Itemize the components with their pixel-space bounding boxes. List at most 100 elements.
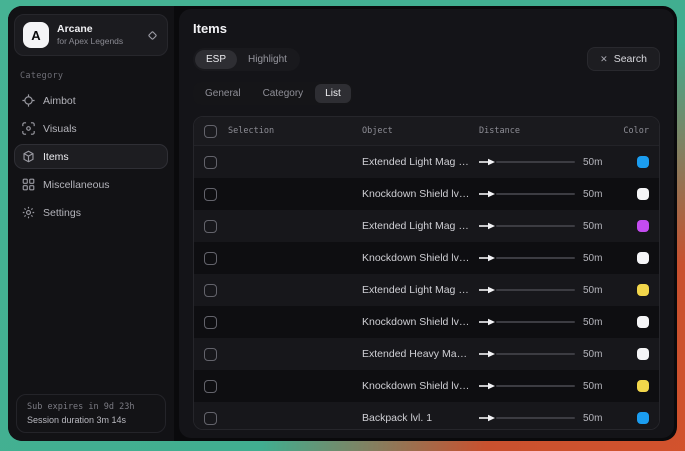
row-checkbox[interactable]	[204, 316, 217, 329]
distance-slider[interactable]	[479, 222, 575, 230]
search-button[interactable]: ✕ Search	[587, 47, 660, 71]
row-checkbox[interactable]	[204, 188, 217, 201]
distance-slider[interactable]	[479, 254, 575, 262]
tab-list[interactable]: List	[315, 84, 351, 103]
distance-value: 50m	[583, 221, 617, 232]
slider-track	[496, 257, 575, 259]
distance-value: 50m	[583, 285, 617, 296]
distance-value: 50m	[583, 189, 617, 200]
view-tab-group: General Category List	[193, 82, 353, 105]
row-checkbox[interactable]	[204, 156, 217, 169]
sidebar-item-label: Visuals	[43, 123, 77, 135]
slider-track	[496, 417, 575, 419]
scan-eye-icon	[22, 122, 35, 135]
distance-slider[interactable]	[479, 190, 575, 198]
row-checkbox[interactable]	[204, 284, 217, 297]
row-checkbox[interactable]	[204, 252, 217, 265]
distance-slider[interactable]	[479, 286, 575, 294]
table-row[interactable]: Extended Light Mag Level 4 50m	[194, 274, 659, 306]
color-swatch[interactable]	[637, 220, 649, 232]
header-object: Object	[362, 126, 471, 136]
sidebar-item-label: Settings	[43, 207, 81, 219]
session-duration-text: Session duration 3m 14s	[27, 415, 155, 425]
distance-slider[interactable]	[479, 414, 575, 422]
slider-handle-icon	[479, 158, 496, 166]
app-subtitle: for Apex Legends	[57, 36, 123, 47]
distance-slider[interactable]	[479, 158, 575, 166]
sub-expires-text: Sub expires in 9d 23h	[27, 402, 155, 412]
table-row[interactable]: Extended Light Mag Level 2 50m	[194, 146, 659, 178]
color-swatch[interactable]	[637, 188, 649, 200]
slider-handle-icon	[479, 414, 496, 422]
app-name: Arcane	[57, 23, 123, 36]
sidebar-item-label: Aimbot	[43, 95, 76, 107]
object-name: Knockdown Shield lvl. 3	[362, 316, 471, 328]
slider-handle-icon	[479, 254, 496, 262]
slider-handle-icon	[479, 382, 496, 390]
slider-handle-icon	[479, 318, 496, 326]
pill-esp[interactable]: ESP	[195, 50, 237, 69]
tab-general[interactable]: General	[195, 84, 251, 103]
color-swatch[interactable]	[637, 316, 649, 328]
session-info-box: Sub expires in 9d 23h Session duration 3…	[16, 394, 166, 433]
distance-slider[interactable]	[479, 350, 575, 358]
row-checkbox[interactable]	[204, 220, 217, 233]
table-header-row: Selection Object Distance Color	[194, 117, 659, 146]
sidebar-item-visuals[interactable]: Visuals	[14, 116, 168, 141]
distance-value: 50m	[583, 413, 617, 424]
color-swatch[interactable]	[637, 348, 649, 360]
distance-slider[interactable]	[479, 382, 575, 390]
distance-value: 50m	[583, 381, 617, 392]
object-name: Knockdown Shield lvl. 4	[362, 380, 471, 392]
select-all-checkbox[interactable]	[204, 125, 217, 138]
diamond-badge-icon[interactable]	[146, 29, 159, 42]
table-row[interactable]: Knockdown Shield lvl. 1 50m	[194, 178, 659, 210]
row-checkbox[interactable]	[204, 380, 217, 393]
search-button-label: Search	[614, 53, 647, 65]
slider-track	[496, 353, 575, 355]
object-name: Backpack lvl. 1	[362, 412, 471, 424]
sidebar-nav: Aimbot Visuals Items Miscellaneous	[8, 88, 174, 225]
object-name: Knockdown Shield lvl. 1	[362, 188, 471, 200]
distance-value: 50m	[583, 349, 617, 360]
gear-icon	[22, 206, 35, 219]
sidebar-item-aimbot[interactable]: Aimbot	[14, 88, 168, 113]
slider-handle-icon	[479, 350, 496, 358]
table-row[interactable]: Knockdown Shield lvl. 3 50m	[194, 306, 659, 338]
grid-icon	[22, 178, 35, 191]
page-title: Items	[193, 21, 660, 36]
row-checkbox[interactable]	[204, 412, 217, 425]
slider-track	[496, 289, 575, 291]
row-checkbox[interactable]	[204, 348, 217, 361]
color-swatch[interactable]	[637, 156, 649, 168]
object-name: Extended Light Mag Level 2	[362, 156, 471, 168]
table-row[interactable]: Extended Heavy Mag Level 1 50m	[194, 338, 659, 370]
color-swatch[interactable]	[637, 380, 649, 392]
color-swatch[interactable]	[637, 284, 649, 296]
app-logo: A	[23, 22, 49, 48]
header-selection: Selection	[228, 126, 354, 136]
main-panel: Items ESP Highlight ✕ Search General Cat…	[179, 9, 674, 438]
table-row[interactable]: Extended Light Mag Level 3 50m	[194, 210, 659, 242]
table-row[interactable]: Knockdown Shield lvl. 4 50m	[194, 370, 659, 402]
sidebar-item-items[interactable]: Items	[14, 144, 168, 169]
pill-highlight[interactable]: Highlight	[237, 50, 298, 69]
sidebar-item-label: Items	[43, 151, 69, 163]
table-row[interactable]: Backpack lvl. 1 50m	[194, 402, 659, 430]
tab-category[interactable]: Category	[253, 84, 314, 103]
slider-track	[496, 321, 575, 323]
distance-value: 50m	[583, 253, 617, 264]
table-row[interactable]: Knockdown Shield lvl. 2 50m	[194, 242, 659, 274]
feature-pill-group: ESP Highlight	[193, 48, 300, 71]
color-swatch[interactable]	[637, 412, 649, 424]
distance-slider[interactable]	[479, 318, 575, 326]
table-body: Extended Light Mag Level 2 50m Knockdown…	[194, 146, 659, 430]
items-table: Selection Object Distance Color Extended…	[193, 116, 660, 430]
object-name: Extended Heavy Mag Level 1	[362, 348, 471, 360]
slider-handle-icon	[479, 286, 496, 294]
sidebar-item-settings[interactable]: Settings	[14, 200, 168, 225]
color-swatch[interactable]	[637, 252, 649, 264]
package-icon	[22, 150, 35, 163]
sidebar-item-miscellaneous[interactable]: Miscellaneous	[14, 172, 168, 197]
distance-value: 50m	[583, 157, 617, 168]
